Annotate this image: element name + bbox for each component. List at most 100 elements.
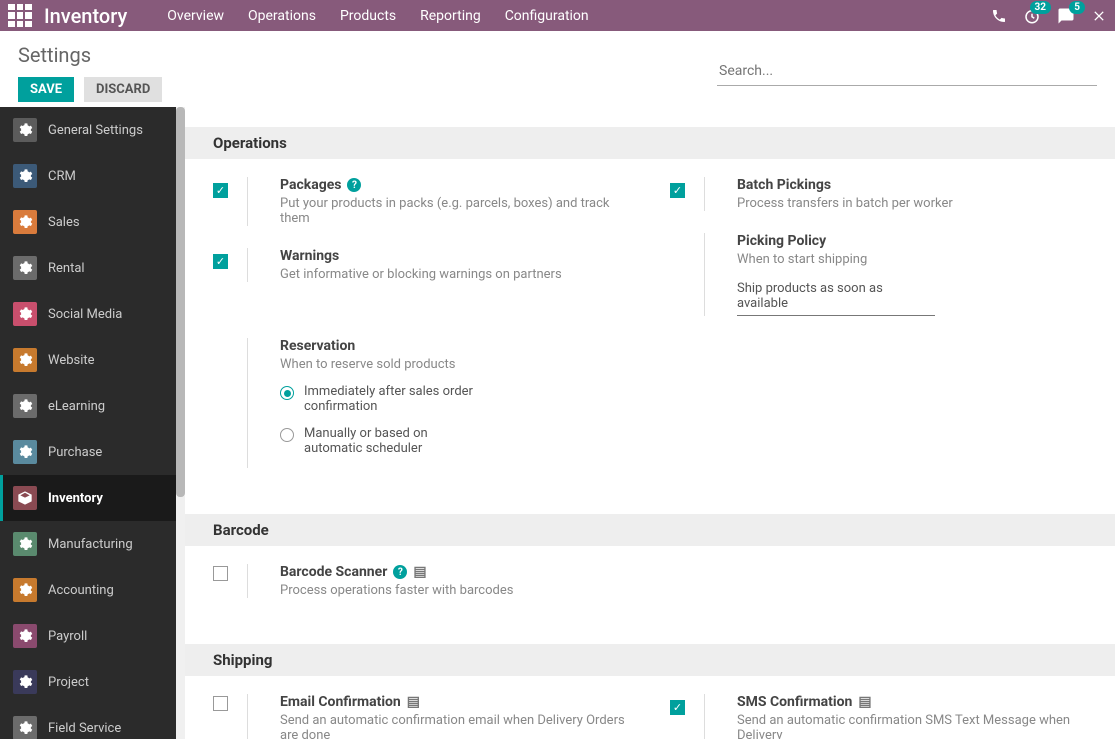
close-icon[interactable] — [1091, 8, 1107, 24]
settings-sidebar: General Settings CRM Sales Rental Social Med… — [0, 107, 176, 739]
sidebar-item-label: Payroll — [48, 629, 87, 644]
timer-badge: 32 — [1030, 1, 1051, 14]
top-right: 32 5 — [991, 7, 1107, 25]
setting-sms-confirm: SMS Confirmation ▤ Send an automatic conf… — [670, 694, 1087, 739]
thumb-icon — [13, 302, 37, 326]
nav-operations[interactable]: Operations — [248, 8, 316, 24]
discard-button[interactable]: DISCARD — [84, 77, 162, 102]
wrench-icon — [13, 532, 37, 556]
warnings-desc: Get informative or blocking warnings on … — [280, 267, 630, 282]
batch-desc: Process transfers in batch per worker — [737, 196, 1087, 211]
sidebar-item-payroll[interactable]: Payroll — [0, 613, 176, 659]
nav-configuration[interactable]: Configuration — [505, 8, 589, 24]
phone-icon[interactable] — [991, 8, 1007, 24]
sidebar-item-manufacturing[interactable]: Manufacturing — [0, 521, 176, 567]
sms-title: SMS Confirmation — [737, 694, 852, 710]
sidebar-item-website[interactable]: Website — [0, 337, 176, 383]
setting-packages: Packages? Put your products in packs (e.… — [213, 177, 630, 226]
setting-picking: Picking Policy When to start shipping Sh… — [670, 233, 1087, 316]
sidebar-item-label: Project — [48, 675, 89, 690]
picking-select[interactable]: Ship products as soon as available — [737, 277, 935, 316]
sidebar-item-general-settings[interactable]: General Settings — [0, 107, 176, 153]
help-icon[interactable]: ? — [393, 565, 407, 579]
chat-badge: 5 — [1069, 1, 1085, 14]
checkbox-barcode[interactable] — [213, 566, 228, 581]
sidebar-item-inventory[interactable]: Inventory — [0, 475, 176, 521]
checkbox-packages[interactable] — [213, 183, 228, 198]
setting-barcode-scanner: Barcode Scanner? ▤ Process operations fas… — [213, 564, 630, 598]
barcode-title: Barcode Scanner — [280, 564, 387, 580]
page-title: Settings — [18, 43, 162, 67]
reservation-opt2[interactable]: Manually or based on automatic scheduler — [280, 426, 480, 456]
sidebar-item-label: Website — [48, 353, 95, 368]
radio-icon — [280, 386, 294, 400]
sidebar-item-label: General Settings — [48, 123, 143, 138]
checkbox-sms[interactable] — [670, 700, 685, 715]
timer-icon[interactable]: 32 — [1023, 7, 1041, 25]
sms-desc: Send an automatic confirmation SMS Text … — [737, 713, 1087, 739]
section-barcode-head: Barcode — [185, 514, 1115, 546]
sidebar-scrollbar[interactable] — [176, 107, 185, 739]
tool-icon — [13, 716, 37, 739]
section-shipping-head: Shipping — [185, 644, 1115, 676]
sidebar-item-label: eLearning — [48, 399, 105, 414]
sidebar-item-label: Manufacturing — [48, 537, 133, 552]
email-title: Email Confirmation — [280, 694, 401, 710]
packages-title: Packages — [280, 177, 341, 193]
sidebar-item-accounting[interactable]: Accounting — [0, 567, 176, 613]
grad-icon — [13, 394, 37, 418]
nav-reporting[interactable]: Reporting — [420, 8, 481, 24]
sidebar-item-label: Inventory — [48, 491, 103, 506]
picking-desc: When to start shipping — [737, 252, 1087, 267]
sidebar-item-label: CRM — [48, 169, 76, 184]
nav-products[interactable]: Products — [340, 8, 396, 24]
batch-title: Batch Pickings — [737, 177, 831, 193]
reservation-desc: When to reserve sold products — [280, 357, 630, 372]
globe-icon — [13, 348, 37, 372]
packages-desc: Put your products in packs (e.g. parcels… — [280, 196, 630, 226]
sidebar-item-label: Field Service — [48, 721, 121, 736]
barcode-desc: Process operations faster with barcodes — [280, 583, 630, 598]
chart-icon — [13, 210, 37, 234]
card-icon — [13, 440, 37, 464]
checkbox-warnings[interactable] — [213, 254, 228, 269]
section-operations-head: Operations — [185, 127, 1115, 159]
search-input[interactable] — [717, 57, 1097, 86]
checkbox-batch[interactable] — [670, 183, 685, 198]
sidebar-item-elearning[interactable]: eLearning — [0, 383, 176, 429]
settings-main: Operations Packages? Put your products i… — [185, 107, 1115, 739]
apps-icon[interactable] — [8, 4, 32, 28]
calendar-icon — [13, 256, 37, 280]
radio-icon — [280, 428, 294, 442]
sidebar-item-rental[interactable]: Rental — [0, 245, 176, 291]
nav-overview[interactable]: Overview — [167, 8, 224, 24]
help-icon[interactable]: ? — [347, 178, 361, 192]
setting-email-confirm: Email Confirmation ▤ Send an automatic co… — [213, 694, 630, 739]
sidebar-item-social-media[interactable]: Social Media — [0, 291, 176, 337]
picking-title: Picking Policy — [737, 233, 826, 249]
nav-menu: Overview Operations Products Reporting C… — [167, 8, 991, 24]
top-bar: Inventory Overview Operations Products R… — [0, 0, 1115, 31]
sidebar-item-label: Rental — [48, 261, 85, 276]
sidebar-item-purchase[interactable]: Purchase — [0, 429, 176, 475]
doc-icon[interactable]: ▤ — [413, 564, 426, 580]
chat-icon[interactable]: 5 — [1057, 7, 1075, 25]
doc-icon[interactable]: ▤ — [858, 694, 871, 710]
doc-icon[interactable]: ▤ — [407, 694, 420, 710]
handshake-icon — [13, 164, 37, 188]
sidebar-item-sales[interactable]: Sales — [0, 199, 176, 245]
doc-icon — [13, 578, 37, 602]
sidebar-item-label: Purchase — [48, 445, 102, 460]
warnings-title: Warnings — [280, 248, 339, 264]
sidebar-item-field-service[interactable]: Field Service — [0, 705, 176, 739]
reservation-opt1[interactable]: Immediately after sales order confirmati… — [280, 384, 480, 414]
save-button[interactable]: SAVE — [18, 77, 74, 102]
checkbox-email[interactable] — [213, 696, 228, 711]
email-desc: Send an automatic confirmation email whe… — [280, 713, 630, 739]
sidebar-item-project[interactable]: Project — [0, 659, 176, 705]
box-icon — [13, 486, 37, 510]
puzzle-icon — [13, 670, 37, 694]
money-icon — [13, 624, 37, 648]
sidebar-item-label: Sales — [48, 215, 80, 230]
sidebar-item-crm[interactable]: CRM — [0, 153, 176, 199]
